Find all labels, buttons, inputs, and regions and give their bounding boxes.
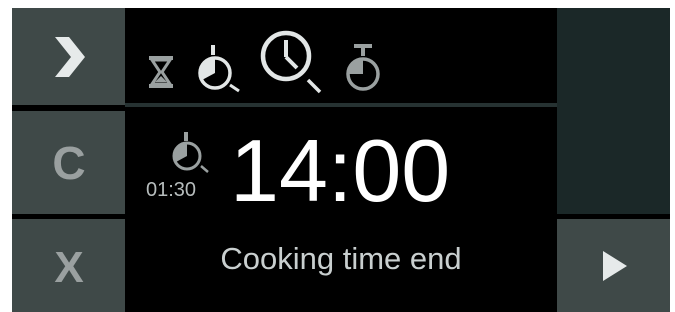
clear-button[interactable]: C (12, 111, 125, 214)
duration-timer-icon[interactable] (197, 43, 245, 93)
clear-icon: C (52, 139, 85, 187)
start-time-timer-icon[interactable] (341, 42, 387, 94)
status-label: Cooking time end (220, 241, 462, 276)
duration-value: 01:30 (146, 179, 197, 201)
side-panel (557, 8, 670, 214)
end-time-value: 14:00 (230, 121, 451, 220)
cancel-button[interactable]: X (12, 219, 125, 312)
play-button[interactable] (557, 219, 670, 312)
duration-timer-icon (172, 132, 209, 173)
svg-text:C: C (52, 139, 85, 187)
next-button[interactable] (12, 8, 125, 105)
chevron-right-icon (54, 36, 85, 77)
cancel-icon: X (54, 244, 83, 288)
hourglass-icon[interactable] (146, 52, 176, 92)
end-time-clock-icon[interactable] (258, 28, 328, 96)
play-icon (602, 250, 627, 281)
svg-text:X: X (54, 244, 83, 288)
